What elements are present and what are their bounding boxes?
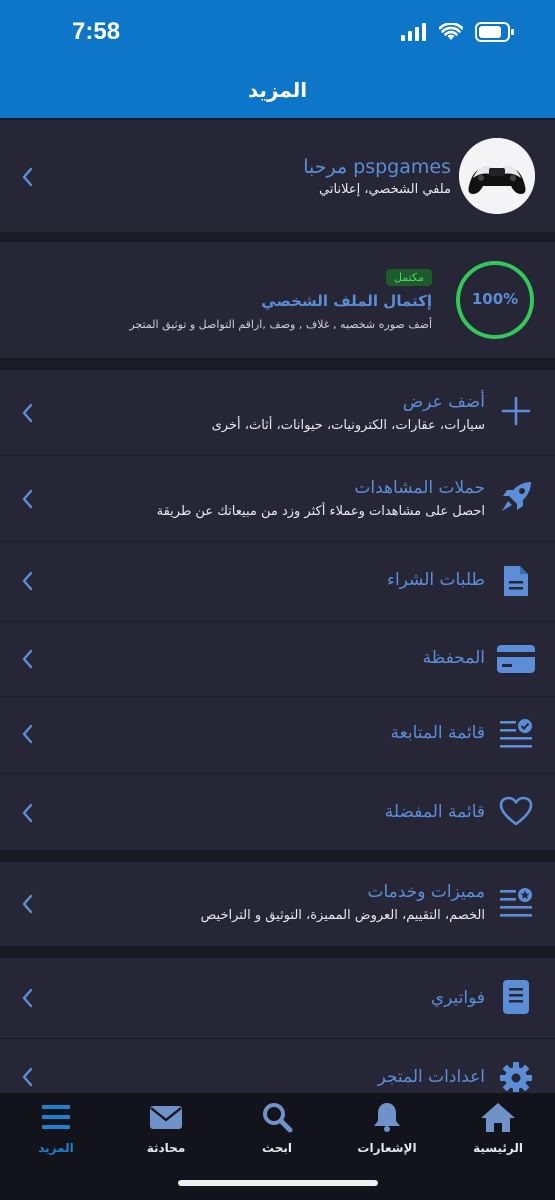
tab-label: المزيد	[38, 1141, 74, 1155]
chevron-left-icon	[20, 723, 34, 745]
rocket-icon	[499, 480, 533, 514]
chevron-left-icon	[20, 893, 34, 915]
nav-bar: المزيد	[0, 62, 555, 118]
status-icons	[401, 22, 515, 46]
menu-item-features-services[interactable]: مميزات وخدمات الخصم، التقييم، العروض الم…	[0, 862, 555, 946]
menu-item-title: مميزات وخدمات	[367, 882, 485, 902]
profile-completion-card[interactable]: 100% مكتمل إكتمال الملف الشخصي أضف صوره …	[0, 242, 555, 358]
completion-ring: 100%	[455, 260, 535, 340]
menu-item-invoices[interactable]: فواتيري	[0, 958, 555, 1038]
chevron-left-icon	[20, 802, 34, 824]
completion-percent: 100%	[471, 290, 519, 308]
completion-subtitle: أضف صوره شخصيه , غلاف , وصف ,اراقم التوا…	[129, 318, 432, 331]
tab-chat[interactable]: محادثة	[121, 1101, 211, 1155]
document-icon	[499, 564, 533, 598]
menu-item-add-ad[interactable]: أضف عرض سيارات، عقارات، الكترونيات، حيوا…	[0, 370, 555, 455]
tab-label: الإشعارات	[357, 1141, 417, 1155]
menu-item-title: قائمة المفضلة	[384, 802, 485, 822]
chevron-left-icon	[20, 488, 34, 510]
status-badge: مكتمل	[386, 269, 432, 286]
avatar	[459, 138, 535, 214]
menu-item-title: فواتيري	[430, 988, 485, 1008]
chevron-left-icon	[20, 648, 34, 670]
menu-item-wallet[interactable]: المحفظة	[0, 622, 555, 696]
tab-label: الرئيسية	[473, 1141, 523, 1155]
tab-more[interactable]: المزيد	[11, 1101, 101, 1155]
heart-icon	[499, 794, 533, 828]
tab-label: محادثة	[146, 1141, 186, 1155]
status-bar: 7:58	[0, 0, 555, 62]
chevron-left-icon	[20, 987, 34, 1009]
profile-row[interactable]: مرحبا pspgames ملفي الشخصي، إعلاناتي	[0, 120, 555, 232]
battery-icon	[475, 22, 515, 46]
menu-item-title: طلبات الشراء	[386, 570, 485, 590]
menu-item-views-campaigns[interactable]: حملات المشاهدات احصل على مشاهدات وعملاء …	[0, 456, 555, 541]
tab-label: ابحث	[262, 1141, 292, 1155]
chevron-left-icon	[20, 166, 34, 188]
menu-group-main: أضف عرض سيارات، عقارات، الكترونيات، حيوا…	[0, 370, 555, 850]
page-title: المزيد	[247, 78, 308, 102]
menu-item-favorites[interactable]: قائمة المفضلة	[0, 774, 555, 850]
tab-notifications[interactable]: الإشعارات	[342, 1101, 432, 1155]
profile-greeting: مرحبا pspgames	[303, 156, 451, 178]
menu-item-subtitle: سيارات، عقارات، الكترونيات، حيوانات، أثا…	[211, 418, 485, 433]
menu-icon	[42, 1105, 70, 1129]
chevron-left-icon	[20, 402, 34, 424]
menu-item-title: اعدادات المتجر	[377, 1067, 485, 1087]
plus-icon	[499, 394, 533, 428]
envelope-icon	[150, 1106, 182, 1129]
bell-icon	[374, 1103, 400, 1132]
menu-item-subtitle: الخصم، التقييم، العروض المميزة، التوثيق …	[200, 908, 485, 923]
home-icon	[481, 1103, 515, 1132]
signal-icon	[401, 23, 427, 45]
home-indicator	[178, 1180, 378, 1186]
menu-item-title: أضف عرض	[402, 392, 485, 412]
gear-icon	[499, 1061, 533, 1092]
search-icon	[263, 1103, 293, 1133]
invoice-icon	[499, 980, 533, 1014]
checklist-icon	[499, 717, 533, 751]
controller-icon	[459, 138, 535, 214]
menu-item-subtitle: احصل على مشاهدات وعملاء أكثر وزد من مبيع…	[156, 504, 485, 519]
wifi-icon	[438, 22, 464, 45]
credit-card-icon	[495, 642, 537, 676]
completion-title: إكتمال الملف الشخصي	[261, 292, 432, 310]
menu-group-store: فواتيري اعدادات المتجر	[0, 958, 555, 1092]
star-list-icon	[499, 886, 533, 920]
chevron-left-icon	[20, 570, 34, 592]
menu-item-follow-list[interactable]: قائمة المتابعة	[0, 697, 555, 773]
chevron-left-icon	[20, 1066, 34, 1088]
menu-item-purchase-orders[interactable]: طلبات الشراء	[0, 542, 555, 621]
menu-item-title: حملات المشاهدات	[354, 478, 485, 498]
menu-item-store-settings[interactable]: اعدادات المتجر	[0, 1039, 555, 1092]
menu-item-title: المحفظة	[422, 648, 485, 668]
status-time: 7:58	[72, 18, 121, 45]
tab-home[interactable]: الرئيسية	[453, 1101, 543, 1155]
profile-subtitle: ملفي الشخصي، إعلاناتي	[319, 182, 451, 197]
tab-search[interactable]: ابحث	[232, 1101, 322, 1155]
menu-item-title: قائمة المتابعة	[390, 723, 485, 743]
